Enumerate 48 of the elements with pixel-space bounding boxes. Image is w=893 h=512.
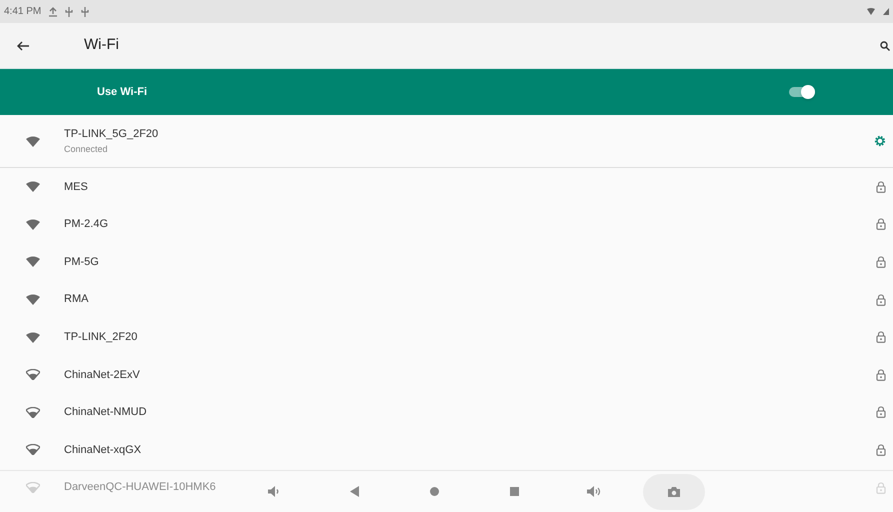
- network-name: MES: [64, 180, 88, 195]
- network-row[interactable]: ChinaNet-NMUD: [0, 394, 893, 432]
- network-row[interactable]: TP-LINK_5G_2F20 Connected: [0, 115, 893, 168]
- network-name: PM-5G: [64, 254, 99, 270]
- wifi-signal-icon: [26, 218, 40, 230]
- network-row[interactable]: PM-2.4G: [0, 206, 893, 244]
- network-name: DarveenQC-HUAWEI-10HMK6: [64, 480, 216, 496]
- wifi-signal-icon: [26, 181, 40, 192]
- wifi-signal-icon: [26, 136, 40, 146]
- wifi-signal-icon: [26, 444, 40, 456]
- volume-up-icon[interactable]: [587, 486, 601, 497]
- wifi-signal-icon: [26, 482, 40, 494]
- network-name: TP-LINK_2F20: [64, 330, 138, 345]
- network-name: TP-LINK_5G_2F20: [64, 126, 158, 142]
- network-status: Connected: [64, 143, 108, 156]
- status-time: 4:41 PM: [4, 5, 42, 19]
- usb-icon: [81, 6, 90, 16]
- wifi-signal-icon: [26, 406, 40, 418]
- network-row[interactable]: PM-5G: [0, 243, 893, 281]
- volume-down-icon[interactable]: [268, 486, 280, 497]
- wifi-signal-icon: [26, 256, 40, 268]
- usb-icon: [65, 6, 74, 16]
- network-row[interactable]: ChinaNet-2ExV: [0, 356, 893, 394]
- network-name: ChinaNet-2ExV: [64, 368, 140, 383]
- network-row[interactable]: MES: [0, 168, 893, 206]
- wifi-toggle-switch[interactable]: [789, 85, 815, 99]
- network-row[interactable]: TP-LINK_2F20: [0, 318, 893, 356]
- wifi-signal-icon: [26, 369, 40, 380]
- network-name: ChinaNet-xqGX: [64, 442, 142, 458]
- network-row[interactable]: RMA: [0, 280, 893, 318]
- use-wifi-label: Use Wi-Fi: [97, 84, 148, 100]
- network-row[interactable]: ChinaNet-xqGX: [0, 431, 893, 469]
- search-icon[interactable]: [880, 40, 890, 50]
- wifi-signal-icon: [26, 332, 40, 343]
- camera-icon[interactable]: [643, 474, 705, 510]
- upload-icon: [49, 6, 58, 16]
- settings-icon[interactable]: [874, 135, 886, 147]
- cell-signal-icon: [883, 8, 889, 15]
- network-name: ChinaNet-NMUD: [64, 405, 147, 420]
- page-title: Wi-Fi: [84, 35, 119, 56]
- wifi-signal-icon: [26, 294, 40, 306]
- home-circle-icon[interactable]: [430, 487, 438, 496]
- network-name: RMA: [64, 292, 88, 308]
- recents-square-icon[interactable]: [510, 487, 518, 496]
- back-arrow-icon[interactable]: [17, 40, 29, 50]
- network-name: PM-2.4G: [64, 217, 108, 232]
- back-triangle-icon[interactable]: [350, 486, 358, 497]
- wifi-signal-icon: [867, 8, 875, 15]
